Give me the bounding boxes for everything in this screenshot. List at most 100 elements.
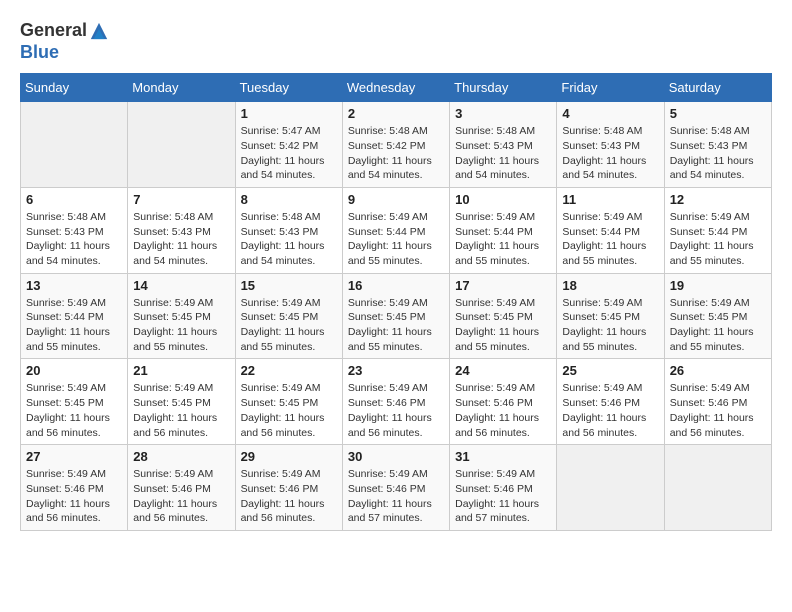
day-detail: Sunrise: 5:49 AMSunset: 5:45 PMDaylight:… xyxy=(133,381,229,440)
day-detail: Sunrise: 5:48 AMSunset: 5:43 PMDaylight:… xyxy=(455,124,551,183)
calendar-week-row: 6Sunrise: 5:48 AMSunset: 5:43 PMDaylight… xyxy=(21,187,772,273)
day-detail: Sunrise: 5:49 AMSunset: 5:46 PMDaylight:… xyxy=(26,467,122,526)
day-number: 17 xyxy=(455,278,551,293)
weekday-header: Tuesday xyxy=(235,74,342,102)
day-detail: Sunrise: 5:49 AMSunset: 5:45 PMDaylight:… xyxy=(455,296,551,355)
day-number: 11 xyxy=(562,192,658,207)
day-number: 27 xyxy=(26,449,122,464)
calendar-cell: 6Sunrise: 5:48 AMSunset: 5:43 PMDaylight… xyxy=(21,187,128,273)
day-number: 14 xyxy=(133,278,229,293)
day-number: 10 xyxy=(455,192,551,207)
calendar-cell: 4Sunrise: 5:48 AMSunset: 5:43 PMDaylight… xyxy=(557,102,664,188)
day-number: 8 xyxy=(241,192,337,207)
day-detail: Sunrise: 5:48 AMSunset: 5:43 PMDaylight:… xyxy=(562,124,658,183)
day-detail: Sunrise: 5:49 AMSunset: 5:45 PMDaylight:… xyxy=(133,296,229,355)
day-number: 25 xyxy=(562,363,658,378)
calendar-cell: 12 Sunrise: 5:49 AMSunset: 5:44 PMDayligh… xyxy=(664,187,771,273)
day-detail: Sunrise: 5:47 AMSunset: 5:42 PMDaylight:… xyxy=(241,124,337,183)
day-detail: Sunrise: 5:49 AMSunset: 5:46 PMDaylight:… xyxy=(455,467,551,526)
weekday-header-row: SundayMondayTuesdayWednesdayThursdayFrid… xyxy=(21,74,772,102)
day-number: 13 xyxy=(26,278,122,293)
calendar-cell: 16Sunrise: 5:49 AMSunset: 5:45 PMDayligh… xyxy=(342,273,449,359)
calendar-cell: 26 Sunrise: 5:49 AMSunset: 5:46 PMDayligh… xyxy=(664,359,771,445)
calendar-cell: 29 Sunrise: 5:49 AMSunset: 5:46 PMDayligh… xyxy=(235,445,342,531)
calendar-cell: 22Sunrise: 5:49 AMSunset: 5:45 PMDayligh… xyxy=(235,359,342,445)
calendar-cell: 14 Sunrise: 5:49 AMSunset: 5:45 PMDayligh… xyxy=(128,273,235,359)
calendar-cell: 27 Sunrise: 5:49 AMSunset: 5:46 PMDayligh… xyxy=(21,445,128,531)
day-number: 29 xyxy=(241,449,337,464)
calendar-cell: 1 Sunrise: 5:47 AMSunset: 5:42 PMDaylight… xyxy=(235,102,342,188)
weekday-header: Monday xyxy=(128,74,235,102)
logo-text-blue: Blue xyxy=(20,42,59,62)
calendar-cell: 13 Sunrise: 5:49 AMSunset: 5:44 PMDayligh… xyxy=(21,273,128,359)
calendar-cell: 30 Sunrise: 5:49 AMSunset: 5:46 PMDayligh… xyxy=(342,445,449,531)
day-detail: Sunrise: 5:49 AMSunset: 5:44 PMDaylight:… xyxy=(26,296,122,355)
day-number: 23 xyxy=(348,363,444,378)
calendar-cell: 11 Sunrise: 5:49 AMSunset: 5:44 PMDayligh… xyxy=(557,187,664,273)
calendar-cell: 21 Sunrise: 5:49 AMSunset: 5:45 PMDayligh… xyxy=(128,359,235,445)
calendar-cell xyxy=(664,445,771,531)
calendar-week-row: 20 Sunrise: 5:49 AMSunset: 5:45 PMDayligh… xyxy=(21,359,772,445)
day-detail: Sunrise: 5:49 AMSunset: 5:44 PMDaylight:… xyxy=(670,210,766,269)
calendar-cell: 31 Sunrise: 5:49 AMSunset: 5:46 PMDayligh… xyxy=(450,445,557,531)
logo: General Blue xyxy=(20,20,109,63)
calendar-cell: 28 Sunrise: 5:49 AMSunset: 5:46 PMDayligh… xyxy=(128,445,235,531)
day-detail: Sunrise: 5:49 AMSunset: 5:44 PMDaylight:… xyxy=(348,210,444,269)
day-detail: Sunrise: 5:49 AMSunset: 5:45 PMDaylight:… xyxy=(562,296,658,355)
day-number: 21 xyxy=(133,363,229,378)
calendar-cell: 23 Sunrise: 5:49 AMSunset: 5:46 PMDayligh… xyxy=(342,359,449,445)
weekday-header: Sunday xyxy=(21,74,128,102)
page-header: General Blue xyxy=(20,20,772,63)
day-detail: Sunrise: 5:49 AMSunset: 5:46 PMDaylight:… xyxy=(348,467,444,526)
day-number: 2 xyxy=(348,106,444,121)
weekday-header: Saturday xyxy=(664,74,771,102)
day-detail: Sunrise: 5:49 AMSunset: 5:46 PMDaylight:… xyxy=(133,467,229,526)
day-number: 1 xyxy=(241,106,337,121)
day-number: 3 xyxy=(455,106,551,121)
day-detail: Sunrise: 5:49 AMSunset: 5:44 PMDaylight:… xyxy=(455,210,551,269)
calendar-week-row: 27 Sunrise: 5:49 AMSunset: 5:46 PMDayligh… xyxy=(21,445,772,531)
logo-text-general: General xyxy=(20,20,87,42)
calendar-table: SundayMondayTuesdayWednesdayThursdayFrid… xyxy=(20,73,772,531)
calendar-cell: 5Sunrise: 5:48 AMSunset: 5:43 PMDaylight… xyxy=(664,102,771,188)
calendar-cell: 17 Sunrise: 5:49 AMSunset: 5:45 PMDayligh… xyxy=(450,273,557,359)
day-number: 28 xyxy=(133,449,229,464)
day-number: 16 xyxy=(348,278,444,293)
calendar-cell: 25 Sunrise: 5:49 AMSunset: 5:46 PMDayligh… xyxy=(557,359,664,445)
calendar-cell: 2Sunrise: 5:48 AMSunset: 5:42 PMDaylight… xyxy=(342,102,449,188)
day-number: 26 xyxy=(670,363,766,378)
day-number: 12 xyxy=(670,192,766,207)
day-detail: Sunrise: 5:49 AMSunset: 5:46 PMDaylight:… xyxy=(241,467,337,526)
day-detail: Sunrise: 5:49 AMSunset: 5:46 PMDaylight:… xyxy=(562,381,658,440)
day-detail: Sunrise: 5:49 AMSunset: 5:44 PMDaylight:… xyxy=(562,210,658,269)
day-detail: Sunrise: 5:49 AMSunset: 5:46 PMDaylight:… xyxy=(348,381,444,440)
day-number: 7 xyxy=(133,192,229,207)
calendar-cell: 18 Sunrise: 5:49 AMSunset: 5:45 PMDayligh… xyxy=(557,273,664,359)
day-detail: Sunrise: 5:49 AMSunset: 5:45 PMDaylight:… xyxy=(670,296,766,355)
day-number: 20 xyxy=(26,363,122,378)
day-number: 6 xyxy=(26,192,122,207)
day-number: 9 xyxy=(348,192,444,207)
day-number: 24 xyxy=(455,363,551,378)
day-detail: Sunrise: 5:49 AMSunset: 5:46 PMDaylight:… xyxy=(455,381,551,440)
day-detail: Sunrise: 5:49 AMSunset: 5:45 PMDaylight:… xyxy=(241,381,337,440)
calendar-cell xyxy=(557,445,664,531)
calendar-cell: 24 Sunrise: 5:49 AMSunset: 5:46 PMDayligh… xyxy=(450,359,557,445)
calendar-cell: 3 Sunrise: 5:48 AMSunset: 5:43 PMDaylight… xyxy=(450,102,557,188)
day-number: 15 xyxy=(241,278,337,293)
day-detail: Sunrise: 5:48 AMSunset: 5:43 PMDaylight:… xyxy=(670,124,766,183)
day-detail: Sunrise: 5:49 AMSunset: 5:46 PMDaylight:… xyxy=(670,381,766,440)
day-number: 19 xyxy=(670,278,766,293)
calendar-cell: 15Sunrise: 5:49 AMSunset: 5:45 PMDayligh… xyxy=(235,273,342,359)
day-number: 31 xyxy=(455,449,551,464)
day-detail: Sunrise: 5:49 AMSunset: 5:45 PMDaylight:… xyxy=(26,381,122,440)
calendar-week-row: 13 Sunrise: 5:49 AMSunset: 5:44 PMDayligh… xyxy=(21,273,772,359)
logo-icon xyxy=(89,21,109,41)
calendar-cell: 19 Sunrise: 5:49 AMSunset: 5:45 PMDayligh… xyxy=(664,273,771,359)
calendar-cell: 10 Sunrise: 5:49 AMSunset: 5:44 PMDayligh… xyxy=(450,187,557,273)
calendar-cell: 9 Sunrise: 5:49 AMSunset: 5:44 PMDaylight… xyxy=(342,187,449,273)
day-number: 30 xyxy=(348,449,444,464)
day-number: 18 xyxy=(562,278,658,293)
calendar-cell xyxy=(21,102,128,188)
calendar-cell xyxy=(128,102,235,188)
